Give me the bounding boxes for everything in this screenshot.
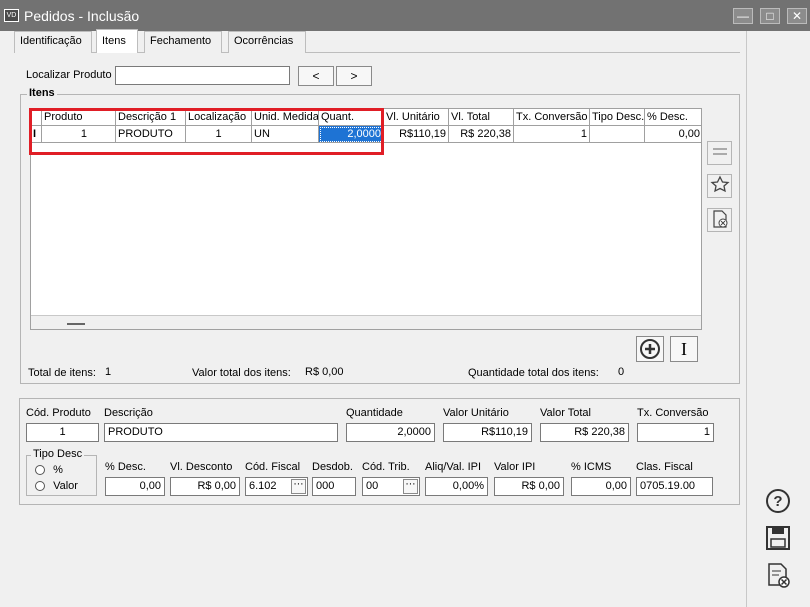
total-itens-value: 1 xyxy=(105,366,112,378)
star-icon[interactable] xyxy=(707,174,732,198)
close-button[interactable]: ✕ xyxy=(787,8,807,24)
valor-ipi-label: Valor IPI xyxy=(494,461,536,473)
clas-fiscal-field[interactable]: 0705.19.00 xyxy=(636,477,713,496)
title-bar: VD Pedidos - Inclusão — □ ✕ xyxy=(0,0,810,31)
cell-tipo-desc[interactable] xyxy=(590,126,645,143)
quantidade-field[interactable]: 2,0000 xyxy=(346,423,435,442)
tipo-desc-label: Tipo Desc xyxy=(31,448,85,460)
minimize-button[interactable]: — xyxy=(733,8,753,24)
tab-ocorrencias[interactable]: Ocorrências xyxy=(228,31,306,53)
search-input[interactable] xyxy=(115,66,290,85)
valor-unitario-label: Valor Unitário xyxy=(443,407,509,419)
tx-conversao-field[interactable]: 1 xyxy=(637,423,714,442)
tab-itens[interactable]: Itens xyxy=(96,29,138,53)
valor-total-field[interactable]: R$ 220,38 xyxy=(540,423,629,442)
cod-fiscal-label: Cód. Fiscal xyxy=(245,461,301,473)
valor-total-label: Valor total dos itens: xyxy=(192,367,291,379)
radio-valor-circle[interactable] xyxy=(35,481,45,492)
cod-produto-label: Cód. Produto xyxy=(26,407,91,419)
vl-desconto-field[interactable]: R$ 0,00 xyxy=(170,477,240,496)
col-header-vl-total[interactable]: Vl. Total xyxy=(449,109,514,126)
valor-ipi-field[interactable]: R$ 0,00 xyxy=(494,477,564,496)
cod-trib-lookup-button[interactable]: ⋯ xyxy=(403,479,418,494)
save-icon[interactable] xyxy=(764,524,792,552)
pct-desc-label: % Desc. xyxy=(105,461,146,473)
col-header-vl-unitario[interactable]: Vl. Unitário xyxy=(384,109,449,126)
descricao-field[interactable]: PRODUTO xyxy=(104,423,338,442)
edit-row-icon[interactable] xyxy=(707,141,732,165)
tab-fechamento[interactable]: Fechamento xyxy=(144,31,222,53)
valor-total-detail-label: Valor Total xyxy=(540,407,591,419)
maximize-button[interactable]: □ xyxy=(760,8,780,24)
desdob-label: Desdob. xyxy=(312,461,353,473)
add-icon[interactable] xyxy=(636,336,664,362)
qtd-total-label: Quantidade total dos itens: xyxy=(468,367,599,379)
items-group-title: Itens xyxy=(27,87,57,99)
right-action-panel: ? xyxy=(746,31,810,607)
valor-total-value: R$ 0,00 xyxy=(305,366,344,378)
qtd-total-value: 0 xyxy=(618,366,625,378)
quantidade-label: Quantidade xyxy=(346,407,403,419)
col-header-pct-desc[interactable]: % Desc. xyxy=(645,109,701,126)
total-itens-label: Total de itens: xyxy=(28,367,96,379)
cod-fiscal-lookup-button[interactable]: ⋯ xyxy=(291,479,306,494)
grid-scroll-handle[interactable] xyxy=(67,323,85,325)
pct-icms-label: % ICMS xyxy=(571,461,612,473)
descricao-label: Descrição xyxy=(104,407,153,419)
radio-valor[interactable]: Valor xyxy=(35,480,78,492)
cancel-doc-icon[interactable] xyxy=(764,561,792,589)
pct-icms-field[interactable]: 0,00 xyxy=(571,477,631,496)
prev-button[interactable]: < xyxy=(298,66,334,86)
radio-pct-circle[interactable] xyxy=(35,465,45,476)
clas-fiscal-label: Clas. Fiscal xyxy=(636,461,693,473)
tx-conversao-label: Tx. Conversão xyxy=(637,407,709,419)
app-icon: VD xyxy=(4,9,19,22)
vl-desconto-label: Vl. Desconto xyxy=(170,461,233,473)
tab-identificacao[interactable]: Identificação xyxy=(14,31,92,53)
cell-pct-desc[interactable]: 0,00 xyxy=(645,126,701,143)
col-header-tipo-desc[interactable]: Tipo Desc. xyxy=(590,109,645,126)
cell-vl-total[interactable]: R$ 220,38 xyxy=(449,126,514,143)
svg-text:?: ? xyxy=(773,493,782,510)
cell-tx-conversao[interactable]: 1 xyxy=(514,126,590,143)
radio-pct-label: % xyxy=(53,464,63,477)
aliq-ipi-label: Aliq/Val. IPI xyxy=(425,461,482,473)
radio-pct[interactable]: % xyxy=(35,464,63,476)
cell-vl-unitario[interactable]: R$110,19 xyxy=(384,126,449,143)
col-header-tx-conversao[interactable]: Tx. Conversão xyxy=(514,109,590,126)
valor-unitario-field[interactable]: R$110,19 xyxy=(443,423,532,442)
radio-valor-label: Valor xyxy=(53,480,78,493)
insert-icon[interactable]: I xyxy=(670,336,698,362)
grid-footer xyxy=(31,315,701,329)
desdob-field[interactable]: 000 xyxy=(312,477,356,496)
pct-desc-field[interactable]: 0,00 xyxy=(105,477,165,496)
help-icon[interactable]: ? xyxy=(764,487,792,515)
window-title: Pedidos - Inclusão xyxy=(24,8,140,24)
search-label: Localizar Produto xyxy=(26,69,112,81)
delete-row-icon[interactable] xyxy=(707,208,732,232)
next-button[interactable]: > xyxy=(336,66,372,86)
cod-trib-label: Cód. Trib. xyxy=(362,461,410,473)
cod-produto-field[interactable]: 1 xyxy=(26,423,99,442)
aliq-ipi-field[interactable]: 0,00% xyxy=(425,477,488,496)
highlight-box xyxy=(29,108,384,155)
